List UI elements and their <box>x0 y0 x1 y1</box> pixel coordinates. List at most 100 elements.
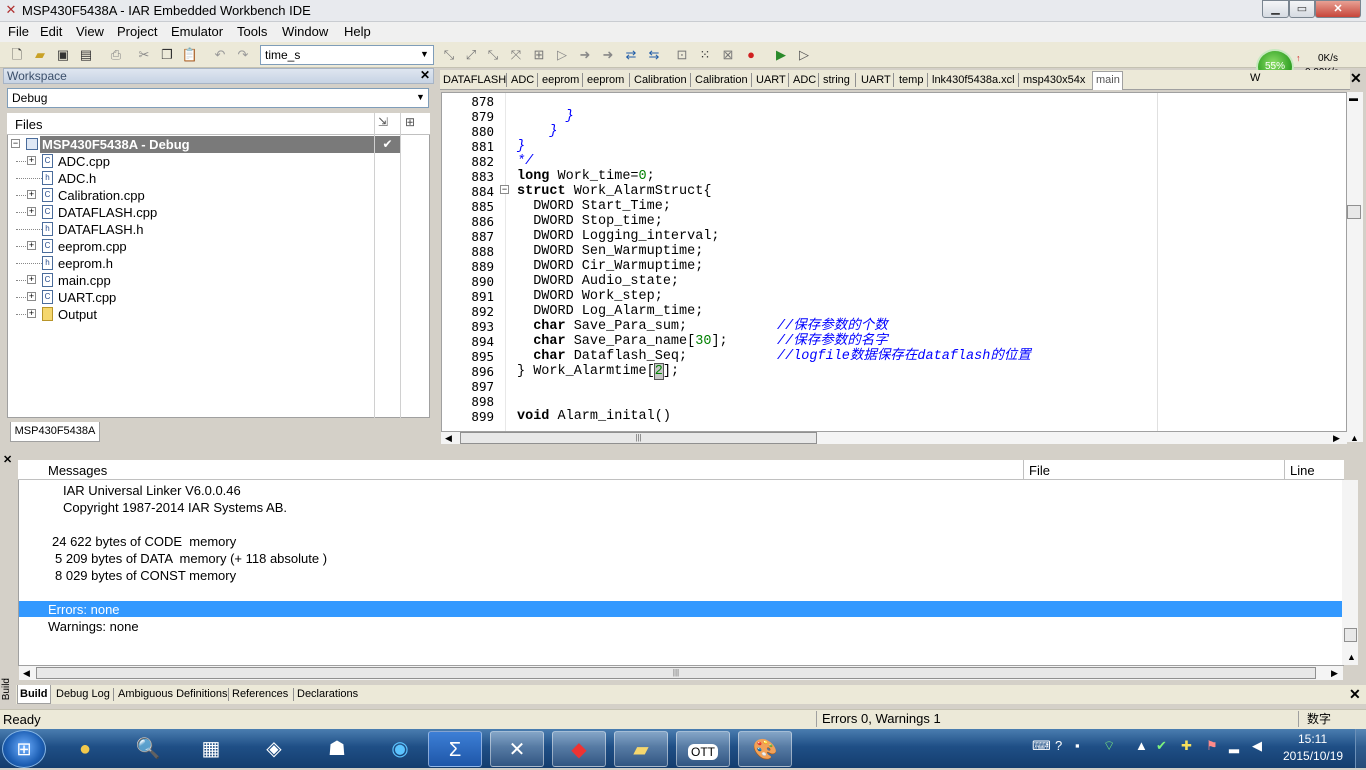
build-horizontal-scroll-thumb[interactable]: ||| <box>36 667 1316 679</box>
message-row[interactable]: 24 622 bytes of CODE memory <box>52 533 236 550</box>
editor-vertical-scrollbar[interactable] <box>1347 92 1363 442</box>
cut-icon[interactable]: ✂ <box>135 46 153 64</box>
scroll-down-icon[interactable]: ▲ <box>1347 652 1356 662</box>
message-row[interactable]: Warnings: none <box>48 618 139 635</box>
iar-app-icon[interactable]: ✕ <box>4 3 18 17</box>
search-person-icon[interactable]: 🔍 <box>121 731 175 767</box>
menu-help[interactable]: Help <box>344 24 371 40</box>
tree-item[interactable]: + Ceeprom.cpp <box>9 238 429 255</box>
menu-edit[interactable]: Edit <box>40 24 62 40</box>
download-debug-icon[interactable]: ▶ <box>772 46 790 64</box>
tree-item[interactable]: h DATAFLASH.h <box>9 221 429 238</box>
flag-icon[interactable]: ⚑ <box>1206 738 1218 754</box>
editor-horizontal-scroll-thumb[interactable]: ||| <box>460 432 817 444</box>
expand-icon[interactable]: + <box>27 156 36 165</box>
scroll-left-icon[interactable]: ◀ <box>23 668 30 679</box>
chevron-down-icon[interactable]: ▼ <box>420 49 429 59</box>
copy-icon[interactable]: ❐ <box>158 46 176 64</box>
menu-project[interactable]: Project <box>117 24 157 40</box>
menu-window[interactable]: Window <box>282 24 328 40</box>
calculator-icon[interactable]: ▦ <box>184 731 238 767</box>
editor-tab[interactable]: temp <box>899 73 923 87</box>
project-node[interactable]: MSP430F5438A - Debug <box>40 136 374 153</box>
find-combo[interactable]: time_s <box>260 45 434 65</box>
ott-app-icon[interactable]: OTT <box>676 731 730 767</box>
tree-item[interactable]: h ADC.h <box>9 170 429 187</box>
files-column-header[interactable]: Files <box>15 117 42 132</box>
editor-tab[interactable]: eeprom <box>587 73 624 87</box>
fold-toggle-icon[interactable]: − <box>500 185 509 194</box>
workspace-tab[interactable]: MSP430F5438A <box>10 422 100 442</box>
chip-programmer-icon[interactable]: ◈ <box>247 731 301 767</box>
sigma-app-icon[interactable]: Σ <box>428 731 482 767</box>
save-all-icon[interactable]: ▤ <box>77 46 95 64</box>
maximize-button[interactable]: ▭ <box>1289 0 1315 18</box>
scroll-up-icon[interactable]: ▬ <box>1349 93 1358 103</box>
tree-item[interactable]: + Cmain.cpp <box>9 272 429 289</box>
tab-ambiguous-definitions[interactable]: Ambiguous Definitions <box>118 688 227 701</box>
pdf-reader-icon[interactable]: ◆ <box>552 731 606 767</box>
editor-tab[interactable]: UART <box>861 73 891 87</box>
help-icon[interactable]: ? <box>1055 738 1062 754</box>
editor-tab[interactable]: eeprom <box>542 73 579 87</box>
make-icon[interactable]: ⁙ <box>696 46 714 64</box>
editor-tab[interactable]: ADC <box>511 73 534 87</box>
menu-view[interactable]: View <box>76 24 104 40</box>
expand-icon[interactable]: + <box>27 241 36 250</box>
scroll-left-icon[interactable]: ◀ <box>445 433 452 444</box>
open-folder-icon[interactable]: ▰ <box>31 46 49 64</box>
chevron-down-icon[interactable]: ▼ <box>416 92 425 102</box>
editor-vertical-scroll-thumb[interactable] <box>1347 205 1361 219</box>
compile-icon[interactable]: ⊡ <box>673 46 691 64</box>
editor-tab[interactable]: UART <box>756 73 786 87</box>
editor-tab[interactable]: lnk430f5438a.xcl <box>932 73 1015 87</box>
scroll-right-icon[interactable]: ▶ <box>1333 433 1340 444</box>
tab-declarations[interactable]: Declarations <box>297 688 358 701</box>
tree-item[interactable]: + C ADC.cpp <box>9 153 429 170</box>
editor-tab[interactable]: ADC <box>793 73 816 87</box>
message-row[interactable]: Copyright 1987-2014 IAR Systems AB. <box>63 499 287 516</box>
keyboard-icon[interactable]: ⌨ <box>1032 738 1051 754</box>
goto-icon[interactable]: ⊞ <box>530 46 548 64</box>
print-icon[interactable]: ⎙ <box>107 46 125 64</box>
tree-item[interactable]: + C DATAFLASH.cpp <box>9 204 429 221</box>
undo-icon[interactable]: ↶ <box>211 46 229 64</box>
collapse-icon[interactable]: − <box>11 139 20 148</box>
security-icon[interactable]: ✔ <box>1156 738 1167 754</box>
message-row[interactable]: IAR Universal Linker V6.0.0.46 <box>63 482 241 499</box>
tree-item[interactable]: + C Calibration.cpp <box>9 187 429 204</box>
fox-app-icon[interactable]: ☗ <box>310 731 364 767</box>
close-button[interactable]: ✕ <box>1315 0 1361 18</box>
find-icon[interactable]: ⤡ <box>440 46 458 64</box>
editor-tab[interactable]: Calibration <box>695 73 748 87</box>
new-file-icon[interactable]: 🗋 <box>8 46 26 64</box>
message-row[interactable]: 8 029 bytes of CONST memory <box>55 567 236 584</box>
expand-icon[interactable]: + <box>27 207 36 216</box>
stop-build-icon[interactable]: ⊠ <box>719 46 737 64</box>
expand-icon[interactable]: + <box>27 309 36 318</box>
minimize-button[interactable]: ▁ <box>1262 0 1289 18</box>
file-explorer-icon[interactable]: ▰ <box>614 731 668 767</box>
tab-overflow-label[interactable]: W <box>1250 72 1260 84</box>
workspace-close-icon[interactable]: ✕ <box>420 68 430 82</box>
editor-tab[interactable]: Calibration <box>634 73 687 87</box>
build-close-icon[interactable]: ✕ <box>1349 686 1361 703</box>
scroll-right-icon[interactable]: ▶ <box>1331 668 1338 679</box>
tree-item[interactable]: + C UART.cpp <box>9 289 429 306</box>
editor-tab[interactable]: DATAFLASH <box>443 73 506 87</box>
next-bookmark-icon[interactable]: ➜ <box>576 46 594 64</box>
plus-app-icon[interactable]: ✚ <box>1181 738 1192 754</box>
prev-bookmark-icon[interactable]: ➜ <box>599 46 617 64</box>
menu-file[interactable]: File <box>8 24 29 40</box>
tree-item[interactable]: + Output <box>9 306 429 323</box>
messages-column-header[interactable]: Messages <box>48 463 107 478</box>
find-previous-icon[interactable]: ⤡ <box>484 46 502 64</box>
volume-icon[interactable]: ◀ <box>1252 738 1262 754</box>
paint-icon[interactable]: 🎨 <box>738 731 792 767</box>
replace-icon[interactable]: ⤧ <box>507 46 525 64</box>
tree-item[interactable]: h eeprom.h <box>9 255 429 272</box>
file-column-header[interactable]: File <box>1029 463 1050 478</box>
wifi-icon[interactable]: ⌔ <box>1103 738 1115 754</box>
build-vertical-scroll-thumb[interactable] <box>1344 628 1357 642</box>
message-row[interactable]: 5 209 bytes of DATA memory (+ 118 absolu… <box>55 550 327 567</box>
